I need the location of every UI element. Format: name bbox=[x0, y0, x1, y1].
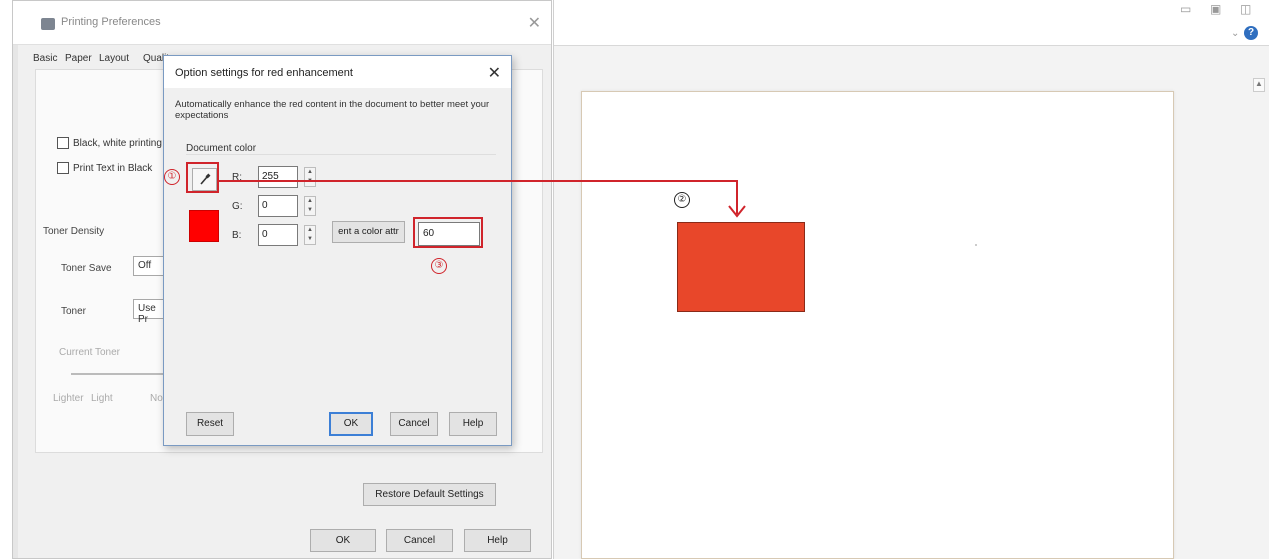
checkbox-label: Print Text in Black bbox=[73, 162, 153, 174]
g-input[interactable]: 0 bbox=[258, 195, 298, 217]
step-1-marker: ① bbox=[164, 169, 180, 185]
close-icon[interactable]: ✕ bbox=[528, 13, 541, 33]
dialog-help-button[interactable]: Help bbox=[449, 412, 497, 436]
checkbox-label: Black, white printing bbox=[73, 137, 162, 149]
toner-label: Toner bbox=[61, 306, 87, 317]
toner-save-label: Toner Save bbox=[61, 263, 112, 274]
document-preview-pane: ▭ ▣ ◫ ⌄ ? ▲ bbox=[553, 0, 1269, 559]
restore-icon[interactable]: ▣ bbox=[1210, 2, 1221, 16]
maximize-icon[interactable]: ◫ bbox=[1240, 2, 1251, 16]
restore-default-button[interactable]: Restore Default Settings bbox=[363, 483, 496, 506]
b-label: B: bbox=[232, 230, 242, 241]
dialog-title-bar: Option settings for red enhancement ✕ bbox=[164, 56, 511, 88]
dialog-ok-button[interactable]: OK bbox=[329, 412, 373, 436]
dialog-cancel-button[interactable]: Cancel bbox=[390, 412, 438, 436]
red-enhancement-dialog: Option settings for red enhancement ✕ Au… bbox=[163, 55, 512, 446]
tab-layout[interactable]: Layout bbox=[99, 53, 129, 64]
tab-basic[interactable]: Basic bbox=[33, 53, 57, 64]
color-attribute-input[interactable]: 60 bbox=[418, 222, 480, 246]
help-icon[interactable]: ? bbox=[1244, 26, 1258, 40]
reset-button[interactable]: Reset bbox=[186, 412, 234, 436]
r-input[interactable]: 255 bbox=[258, 166, 298, 188]
step-2-marker: ② bbox=[674, 192, 690, 208]
close-icon[interactable]: ✕ bbox=[488, 63, 501, 83]
help-button[interactable]: Help bbox=[464, 529, 531, 552]
step-3-marker: ③ bbox=[431, 258, 447, 274]
b-input[interactable]: 0 bbox=[258, 224, 298, 246]
group-divider bbox=[186, 154, 496, 155]
toner-slider-track[interactable] bbox=[71, 373, 171, 375]
r-label: R: bbox=[232, 172, 242, 183]
ok-button[interactable]: OK bbox=[310, 529, 376, 552]
dialog-title: Option settings for red enhancement bbox=[175, 67, 353, 79]
toner-density-heading: Toner Density bbox=[43, 226, 105, 237]
black-white-printing-checkbox[interactable] bbox=[57, 137, 69, 149]
g-spinner[interactable]: ▲ ▼ bbox=[304, 196, 316, 216]
printer-icon bbox=[41, 18, 55, 30]
scale-label-lighter: Lighter bbox=[53, 393, 84, 404]
window-title: Printing Preferences bbox=[61, 16, 161, 28]
preview-page bbox=[581, 91, 1174, 559]
r-spinner[interactable]: ▲ ▼ bbox=[304, 167, 316, 187]
print-text-black-row[interactable]: Print Text in Black bbox=[57, 161, 152, 175]
title-bar: Printing Preferences ✕ bbox=[13, 1, 551, 45]
scale-label-normal: No bbox=[150, 393, 163, 404]
eyedropper-icon bbox=[200, 173, 211, 185]
minimize-icon[interactable]: ▭ bbox=[1180, 2, 1191, 16]
scale-label-light: Light bbox=[91, 393, 113, 404]
color-attribute-button[interactable]: ent a color attr bbox=[332, 221, 405, 243]
dialog-description: Automatically enhance the red content in… bbox=[175, 99, 490, 121]
g-label: G: bbox=[232, 201, 243, 212]
window-edge bbox=[13, 1, 18, 558]
expand-icon[interactable]: ⌄ bbox=[1231, 28, 1239, 39]
black-white-printing-row[interactable]: Black, white printing bbox=[57, 136, 162, 150]
cancel-button[interactable]: Cancel bbox=[386, 529, 453, 552]
b-spinner[interactable]: ▲ ▼ bbox=[304, 225, 316, 245]
scroll-up-icon[interactable]: ▲ bbox=[1253, 78, 1265, 92]
page-mark bbox=[975, 244, 977, 246]
color-swatch bbox=[189, 210, 219, 242]
print-text-black-checkbox[interactable] bbox=[57, 162, 69, 174]
eyedropper-button[interactable] bbox=[192, 168, 217, 191]
current-toner-label: Current Toner bbox=[59, 347, 120, 358]
document-color-label: Document color bbox=[186, 143, 257, 154]
tab-paper[interactable]: Paper bbox=[65, 53, 92, 64]
preview-toolbar: ▭ ▣ ◫ ⌄ ? bbox=[554, 0, 1269, 46]
red-rectangle-shape bbox=[677, 222, 805, 312]
